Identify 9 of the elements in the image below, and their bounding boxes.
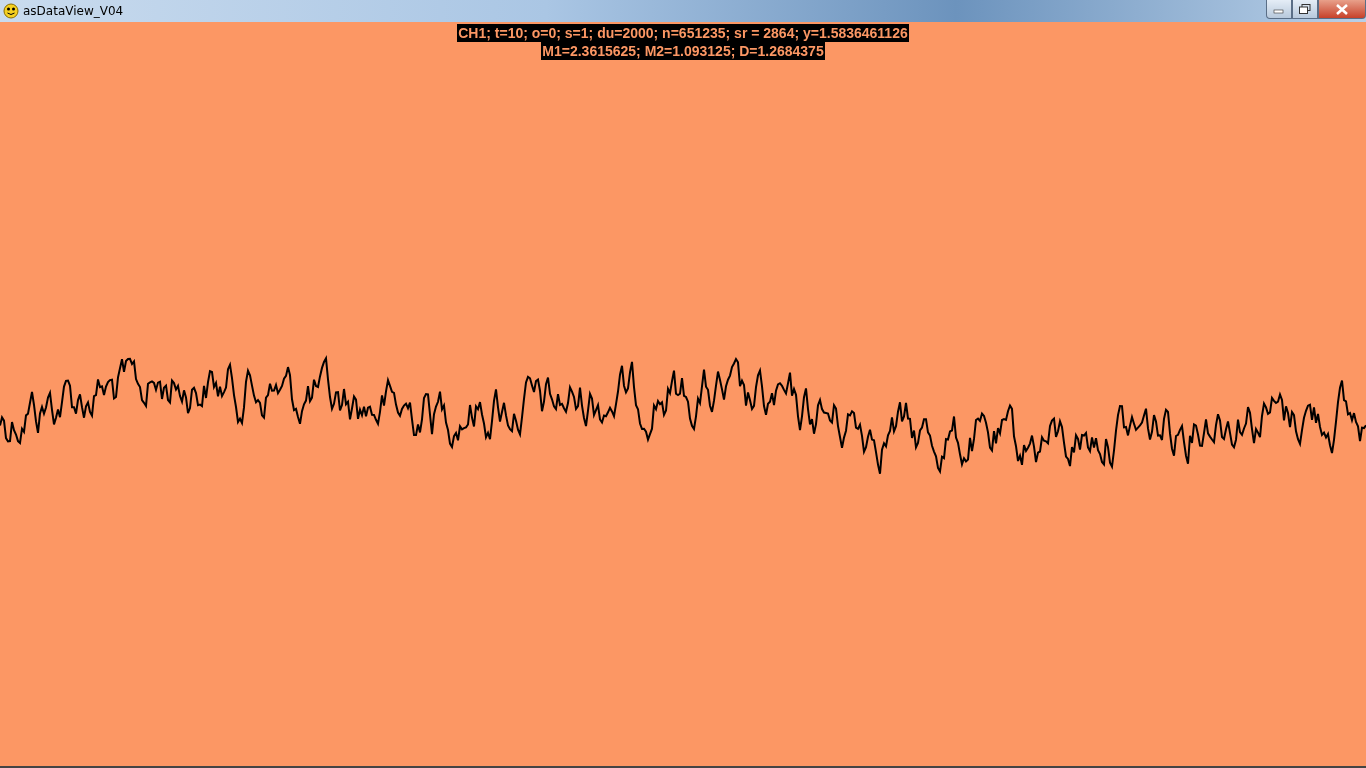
restore-icon: [1299, 4, 1311, 14]
close-icon: [1335, 3, 1349, 15]
close-button[interactable]: [1318, 0, 1366, 19]
readout-text: CH1; t=10; o=0; s=1; du=2000; n=651235; sr = 2864; y=1.5836461126: [457, 24, 909, 42]
window-title: asDataView_V04: [23, 4, 124, 18]
readout-text: M1=2.3615625; M2=1.093125; D=1.2684375: [541, 42, 825, 60]
minimize-button[interactable]: [1266, 0, 1292, 19]
smiley-icon: [3, 3, 19, 19]
restore-button[interactable]: [1292, 0, 1318, 19]
